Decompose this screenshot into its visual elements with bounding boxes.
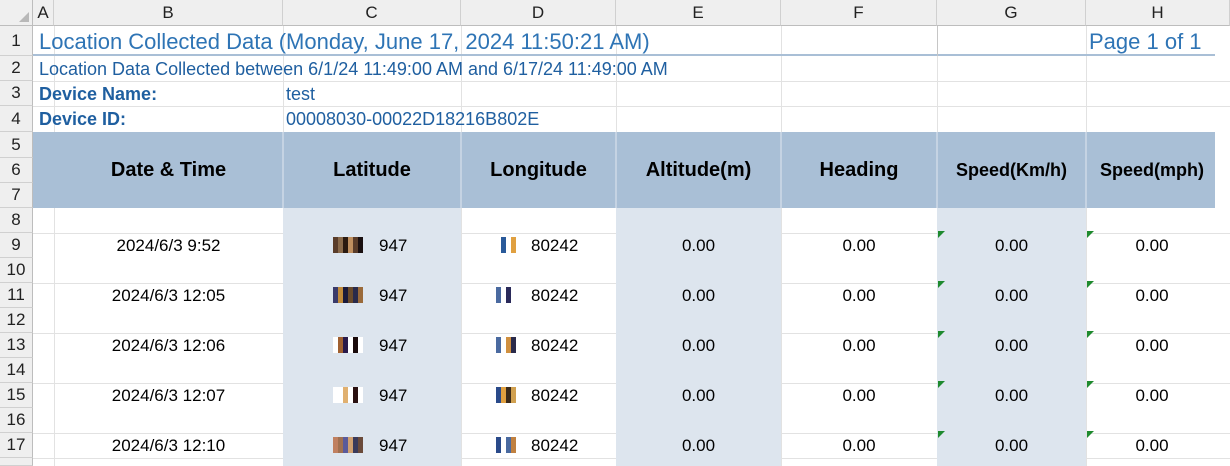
heading-cell[interactable]: 0.00 <box>781 236 937 256</box>
select-all-corner[interactable] <box>0 0 33 26</box>
redacted-longitude-icon <box>496 387 526 403</box>
speed-mph-cell[interactable]: 0.00 <box>1086 386 1218 406</box>
row-header-15[interactable]: 15 <box>0 383 33 408</box>
header-altitude: Altitude(m) <box>645 158 752 181</box>
speed-mph-cell[interactable]: 0.00 <box>1086 336 1218 356</box>
speed-mph-cell[interactable]: 0.00 <box>1086 436 1218 456</box>
row-header-13[interactable]: 13 <box>0 333 33 358</box>
speed-kmh-cell[interactable]: 0.00 <box>937 336 1086 356</box>
row-header-3[interactable]: 3 <box>0 81 33 106</box>
latitude-cell[interactable]: 947 <box>379 336 407 356</box>
header-speed-kmh: Speed(Km/h) <box>955 159 1067 180</box>
column-header-d[interactable]: D <box>461 0 616 26</box>
header-heading: Heading <box>819 158 899 181</box>
speed-mph-cell[interactable]: 0.00 <box>1086 236 1218 256</box>
redacted-longitude-icon <box>496 437 526 453</box>
row-header-12[interactable]: 12 <box>0 308 33 333</box>
longitude-cell[interactable]: 80242 <box>531 386 578 406</box>
altitude-cell[interactable]: 0.00 <box>616 336 781 356</box>
row-header-16[interactable]: 16 <box>0 408 33 433</box>
heading-cell[interactable]: 0.00 <box>781 386 937 406</box>
heading-cell[interactable]: 0.00 <box>781 286 937 306</box>
row-header-1[interactable]: 1 <box>0 26 33 56</box>
column-header-e[interactable]: E <box>616 0 781 26</box>
date-time-cell[interactable]: 2024/6/3 12:05 <box>54 286 283 306</box>
header-latitude: Latitude <box>333 158 411 181</box>
latitude-column-shade <box>283 208 461 466</box>
row-header-7[interactable]: 7 <box>0 183 33 208</box>
column-header-a[interactable]: A <box>33 0 54 26</box>
altitude-cell[interactable]: 0.00 <box>616 236 781 256</box>
redacted-longitude-icon <box>496 287 526 303</box>
column-header-h[interactable]: H <box>1086 0 1230 26</box>
altitude-cell[interactable]: 0.00 <box>616 436 781 456</box>
altitude-cell[interactable]: 0.00 <box>616 286 781 306</box>
spreadsheet: A B C D E F G H 1 2 3 4 5 6 7 8 9 10 11 … <box>0 0 1230 466</box>
device-name-value: test <box>286 84 316 104</box>
report-title: Location Collected Data (Monday, June 17… <box>39 29 650 54</box>
row-header-18[interactable] <box>0 458 33 466</box>
device-id-value: 00008030-00022D18216B802E <box>286 109 540 129</box>
header-speed-mph: Speed(mph) <box>1099 159 1204 180</box>
heading-cell[interactable]: 0.00 <box>781 336 937 356</box>
redacted-latitude-icon <box>333 437 363 453</box>
date-time-cell[interactable]: 2024/6/3 12:10 <box>54 436 283 456</box>
row-header-4[interactable]: 4 <box>0 106 33 132</box>
latitude-cell[interactable]: 947 <box>379 286 407 306</box>
longitude-cell[interactable]: 80242 <box>531 286 578 306</box>
row-header-6[interactable]: 6 <box>0 158 33 183</box>
latitude-cell[interactable]: 947 <box>379 236 407 256</box>
row-header-10[interactable]: 10 <box>0 258 33 283</box>
row-header-2[interactable]: 2 <box>0 56 33 81</box>
redacted-latitude-icon <box>333 387 363 403</box>
page-indicator: Page 1 of 1 <box>1089 29 1202 54</box>
longitude-cell[interactable]: 80242 <box>531 336 578 356</box>
row-header-14[interactable]: 14 <box>0 358 33 383</box>
speed-kmh-cell[interactable]: 0.00 <box>937 286 1086 306</box>
column-header-f[interactable]: F <box>781 0 937 26</box>
date-time-cell[interactable]: 2024/6/3 12:06 <box>54 336 283 356</box>
speed-kmh-cell[interactable]: 0.00 <box>937 386 1086 406</box>
latitude-cell[interactable]: 947 <box>379 436 407 456</box>
column-header-c[interactable]: C <box>283 0 461 26</box>
speed-mph-cell[interactable]: 0.00 <box>1086 286 1218 306</box>
row-header-17[interactable]: 17 <box>0 433 33 458</box>
redacted-latitude-icon <box>333 237 363 253</box>
redacted-latitude-icon <box>333 287 363 303</box>
row-header-11[interactable]: 11 <box>0 283 33 308</box>
row-header-9[interactable]: 9 <box>0 233 33 258</box>
speed-kmh-cell[interactable]: 0.00 <box>937 436 1086 456</box>
date-time-cell[interactable]: 2024/6/3 12:07 <box>54 386 283 406</box>
heading-cell[interactable]: 0.00 <box>781 436 937 456</box>
longitude-cell[interactable]: 80242 <box>531 436 578 456</box>
column-header-b[interactable]: B <box>54 0 283 26</box>
header-date-time: Date & Time <box>110 158 227 181</box>
row-header-5[interactable]: 5 <box>0 132 33 158</box>
redacted-latitude-icon <box>333 337 363 353</box>
column-header-g[interactable]: G <box>937 0 1086 26</box>
device-name-label: Device Name: <box>39 84 158 104</box>
device-id-label: Device ID: <box>39 109 127 129</box>
longitude-cell[interactable]: 80242 <box>531 236 578 256</box>
redacted-longitude-icon <box>496 237 526 253</box>
redacted-longitude-icon <box>496 337 526 353</box>
speed-kmh-cell[interactable]: 0.00 <box>937 236 1086 256</box>
altitude-cell[interactable]: 0.00 <box>616 386 781 406</box>
row-header-8[interactable]: 8 <box>0 208 33 233</box>
date-time-cell[interactable]: 2024/6/3 9:52 <box>54 236 283 256</box>
date-range-text: Location Data Collected between 6/1/24 1… <box>39 59 668 79</box>
header-longitude: Longitude <box>490 158 587 181</box>
latitude-cell[interactable]: 947 <box>379 386 407 406</box>
